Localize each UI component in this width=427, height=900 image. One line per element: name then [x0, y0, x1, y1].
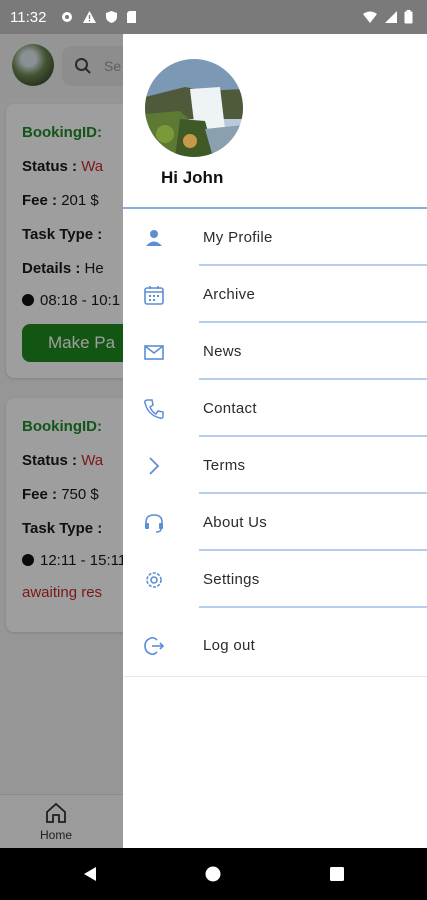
settings-icon [62, 12, 72, 22]
chevron-right-icon [149, 457, 160, 475]
mail-icon [144, 345, 164, 360]
menu-item-label: News [203, 343, 242, 360]
recents-icon[interactable] [329, 866, 345, 882]
wifi-icon [363, 11, 377, 23]
menu-item-label: Archive [203, 286, 256, 303]
drawer-header: Hi John [123, 34, 427, 209]
gear-icon [146, 572, 162, 588]
divider [123, 676, 427, 677]
menu-item-log-out[interactable]: Log out [123, 617, 427, 674]
headset-icon [145, 514, 163, 533]
sim-card-icon [127, 11, 136, 23]
menu-item-label: Log out [203, 637, 256, 654]
divider [199, 606, 427, 608]
status-time: 11:32 [10, 9, 47, 26]
battery-icon [404, 10, 413, 24]
menu-item-my-profile[interactable]: My Profile [123, 209, 427, 266]
menu-item-label: Settings [203, 571, 260, 588]
navigation-drawer: Hi John My Profile Archive News Contact … [123, 34, 427, 848]
menu-item-label: My Profile [203, 229, 273, 246]
person-icon [146, 230, 162, 246]
signal-icon [385, 11, 397, 23]
home-button-icon[interactable] [205, 866, 221, 882]
status-bar: 11:32 [0, 0, 427, 34]
menu-item-archive[interactable]: Archive [123, 266, 427, 323]
warning-icon [83, 11, 96, 23]
phone-icon [144, 399, 164, 419]
logout-icon [144, 636, 165, 656]
waterfall-image [145, 59, 243, 157]
menu-item-contact[interactable]: Contact [123, 380, 427, 437]
menu-item-label: Contact [203, 400, 257, 417]
profile-picture[interactable] [145, 59, 243, 157]
back-icon[interactable] [82, 866, 98, 882]
menu-item-label: Terms [203, 457, 246, 474]
greeting-text: Hi John [161, 168, 224, 187]
system-nav-bar [0, 848, 427, 900]
menu-item-terms[interactable]: Terms [123, 437, 427, 494]
shield-icon [106, 11, 117, 23]
menu-item-settings[interactable]: Settings [123, 551, 427, 608]
menu-item-about-us[interactable]: About Us [123, 494, 427, 551]
menu-item-label: About Us [203, 514, 268, 531]
menu-item-news[interactable]: News [123, 323, 427, 380]
calendar-icon [144, 286, 164, 305]
